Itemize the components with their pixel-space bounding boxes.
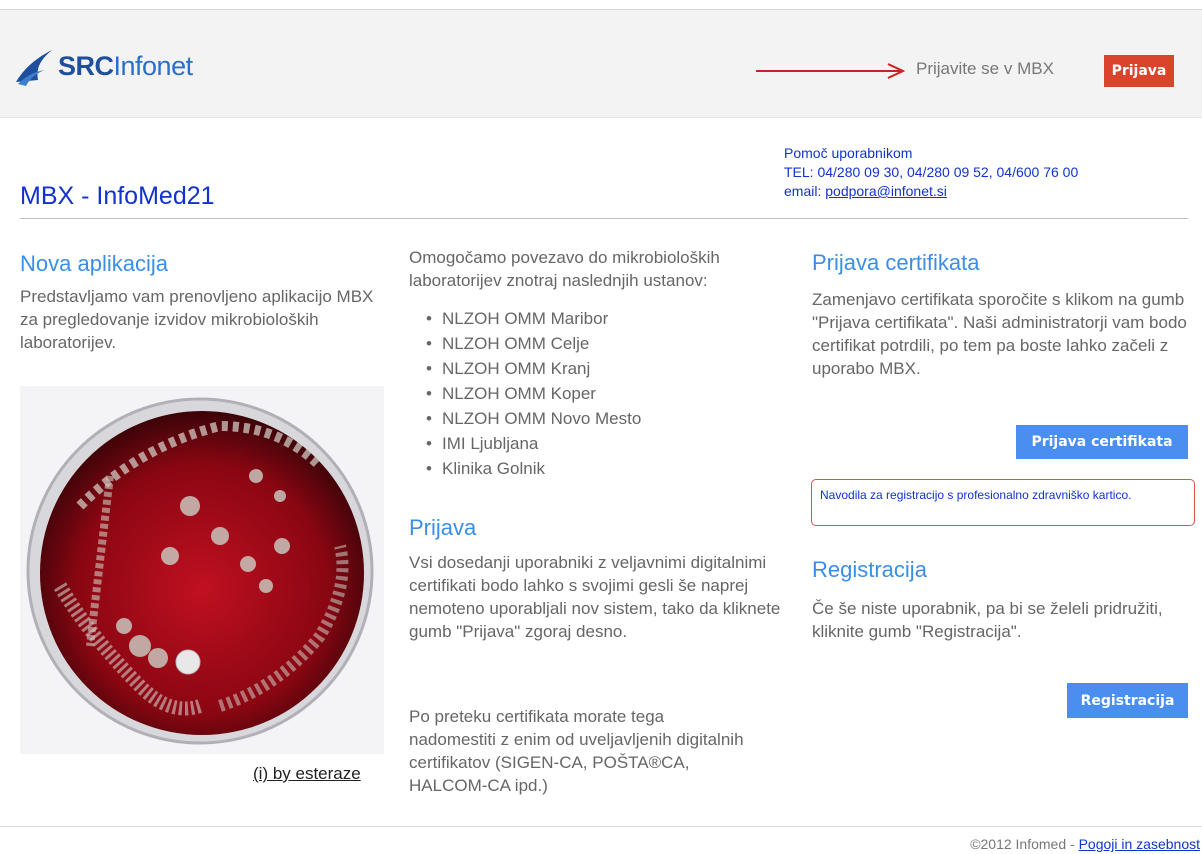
list-item: NLZOH OMM Celje bbox=[426, 331, 789, 356]
registration-text: Če še niste uporabnik, pa bi se želeli p… bbox=[812, 599, 1163, 641]
header-bar: SRCInfonet Prijavite se v MBX Prijava bbox=[0, 10, 1202, 118]
title-divider bbox=[20, 218, 1188, 219]
image-credit-link[interactable]: (i) by esteraze bbox=[253, 764, 361, 784]
logo-infonet: Infonet bbox=[113, 50, 194, 81]
footer: ©2012 Infomed - Pogoji in zasebnost bbox=[970, 836, 1200, 852]
certificate-section: Prijava certifikata Zamenjavo certifikat… bbox=[812, 250, 1190, 380]
institutions-section: Omogočamo povezavo do mikrobioloških lab… bbox=[409, 246, 789, 481]
copyright-text: ©2012 Infomed - bbox=[970, 836, 1079, 852]
certificate-button[interactable]: Prijava certifikata bbox=[1016, 425, 1188, 459]
srcinfonet-logo[interactable]: SRCInfonet bbox=[14, 44, 193, 88]
login-heading: Prijava bbox=[409, 515, 477, 540]
new-app-heading: Nova aplikacija bbox=[20, 251, 168, 276]
help-contact: Pomoč uporabnikom TEL: 04/280 09 30, 04/… bbox=[784, 144, 1078, 201]
list-item: NLZOH OMM Koper bbox=[426, 381, 789, 406]
help-phone: TEL: 04/280 09 30, 04/280 09 52, 04/600 … bbox=[784, 164, 1079, 180]
registration-heading: Registracija bbox=[812, 557, 927, 582]
help-email-row: email: podpora@infonet.si bbox=[784, 182, 1078, 201]
institutions-intro: Omogočamo povezavo do mikrobioloških lab… bbox=[409, 248, 720, 290]
arrow-right-icon bbox=[756, 63, 906, 79]
login-button[interactable]: Prijava bbox=[1104, 55, 1174, 87]
logo-text: SRCInfonet bbox=[58, 51, 193, 82]
new-app-text: Predstavljamo vam prenovljeno aplikacijo… bbox=[20, 287, 374, 352]
login-prompt: Prijavite se v MBX bbox=[916, 59, 1054, 78]
certificate-heading: Prijava certifikata bbox=[812, 250, 980, 275]
help-email-label: email: bbox=[784, 183, 822, 199]
list-item: NLZOH OMM Kranj bbox=[426, 356, 789, 381]
certificate-text: Zamenjavo certifikata sporočite s klikom… bbox=[812, 290, 1187, 378]
institutions-list: NLZOH OMM Maribor NLZOH OMM Celje NLZOH … bbox=[409, 306, 789, 481]
certificate-expiry-text: Po preteku certifikata morate tega nadom… bbox=[409, 707, 744, 795]
help-heading: Pomoč uporabnikom bbox=[784, 145, 913, 161]
list-item: IMI Ljubljana bbox=[426, 431, 789, 456]
page-title: MBX - InfoMed21 bbox=[20, 182, 215, 210]
logo-src: SRC bbox=[58, 50, 114, 81]
registration-button[interactable]: Registracija bbox=[1067, 683, 1188, 718]
list-item: NLZOH OMM Maribor bbox=[426, 306, 789, 331]
footer-divider bbox=[0, 826, 1202, 827]
new-app-section: Nova aplikacija Predstavljamo vam prenov… bbox=[20, 251, 400, 354]
help-email-link[interactable]: podpora@infonet.si bbox=[825, 183, 947, 199]
terms-privacy-link[interactable]: Pogoji in zasebnost bbox=[1079, 836, 1200, 852]
list-item: NLZOH OMM Novo Mesto bbox=[426, 406, 789, 431]
logo-swoosh-icon bbox=[16, 50, 52, 86]
petri-dish-image bbox=[20, 386, 384, 754]
registration-instructions-link[interactable]: Navodila za registracijo s profesionalno… bbox=[811, 479, 1195, 526]
login-text: Vsi dosedanji uporabniki z veljavnimi di… bbox=[409, 553, 781, 641]
list-item: Klinika Golnik bbox=[426, 456, 789, 481]
